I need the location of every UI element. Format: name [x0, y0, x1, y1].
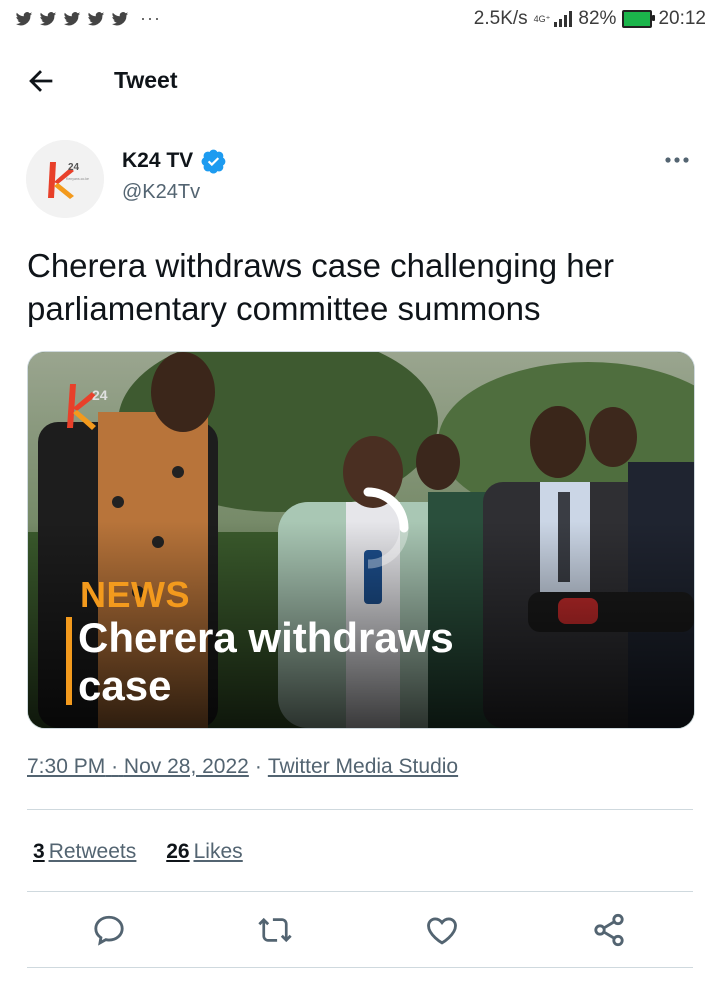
source-link[interactable]: Twitter Media Studio: [268, 755, 458, 779]
k24-watermark-logo: 24: [67, 384, 108, 430]
twitter-notification-icon: [15, 11, 33, 25]
more-notifications-icon: ···: [140, 8, 161, 28]
overlay-headline-line1: Cherera withdraws: [78, 614, 454, 661]
twitter-notification-icon: [87, 11, 105, 25]
retweet-icon[interactable]: [257, 912, 293, 948]
notification-icons: ···: [14, 8, 161, 29]
more-dots-icon[interactable]: [664, 150, 690, 170]
share-icon[interactable]: [591, 912, 627, 948]
overlay-news-tag: NEWS: [80, 574, 190, 615]
twitter-notification-icon: [111, 11, 129, 25]
verified-badge-icon: [201, 149, 226, 174]
meta-separator: ·: [254, 755, 262, 778]
likes-link[interactable]: 26 Likes: [166, 840, 242, 864]
avatar[interactable]: 24 Kenyans.co.ke: [26, 140, 104, 218]
svg-text:24: 24: [68, 162, 80, 173]
page-title: Tweet: [114, 67, 178, 93]
signal-icon: [554, 11, 573, 27]
retweets-link[interactable]: 3 Retweets: [33, 840, 136, 864]
tweet-media-video[interactable]: 24 NEWS Cherera withdraws case: [27, 351, 695, 729]
battery-icon: [622, 10, 656, 28]
author-handle[interactable]: @K24Tv: [122, 181, 200, 204]
clock: 20:12: [658, 8, 706, 29]
overlay-headline-line2: case: [78, 662, 172, 709]
like-icon[interactable]: [424, 912, 460, 948]
network-type: 4G⁺: [533, 13, 551, 24]
author-name[interactable]: K24 TV: [122, 148, 227, 174]
svg-text:24: 24: [92, 387, 108, 403]
top-app-bar: Tweet: [0, 50, 720, 110]
back-arrow-icon[interactable]: [24, 64, 58, 98]
divider: [27, 809, 693, 810]
overlay-accent-bar: [66, 617, 72, 705]
loading-spinner-icon: [363, 487, 409, 569]
system-status: 2.5K/s 4G⁺ 82% 20:12: [474, 8, 706, 30]
tweet-stats: 3 Retweets 26 Likes: [33, 840, 243, 864]
divider: [27, 891, 693, 892]
twitter-notification-icon: [63, 11, 81, 25]
tweet-meta: 7:30 PM · Nov 28, 2022 · Twitter Media S…: [27, 755, 458, 779]
svg-text:Kenyans.co.ke: Kenyans.co.ke: [66, 177, 89, 181]
status-bar: ··· 2.5K/s 4G⁺ 82% 20:12: [0, 0, 720, 40]
tweet-time-link[interactable]: 7:30 PM · Nov 28, 2022: [27, 755, 249, 779]
tweet-action-bar: [27, 900, 693, 962]
twitter-notification-icon: [39, 11, 57, 25]
network-speed: 2.5K/s: [473, 8, 528, 29]
battery-percent: 82%: [578, 8, 617, 29]
reply-icon[interactable]: [91, 912, 127, 948]
divider: [27, 967, 693, 968]
k24-logo: 24 Kenyans.co.ke: [26, 140, 104, 218]
tweet-text: Cherera withdraws case challenging her p…: [27, 247, 614, 327]
